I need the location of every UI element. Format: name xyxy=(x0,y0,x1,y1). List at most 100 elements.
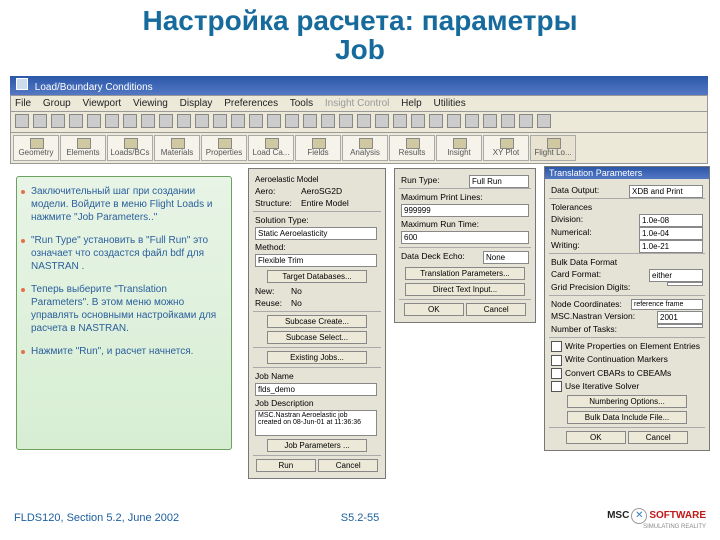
tool-icon[interactable] xyxy=(339,114,353,128)
tab-elements[interactable]: Elements xyxy=(60,135,106,161)
run-type-label: Run Type: xyxy=(401,175,440,185)
tab-geometry[interactable]: Geometry xyxy=(13,135,59,161)
menu-tools[interactable]: Tools xyxy=(290,98,313,109)
tool-icon[interactable] xyxy=(285,114,299,128)
existing-jobs-button[interactable]: Existing Jobs... xyxy=(267,351,367,364)
ok-button[interactable]: OK xyxy=(566,431,626,444)
node-label: Node Coordinates: xyxy=(551,299,627,309)
menu-help[interactable]: Help xyxy=(401,98,422,109)
max-print-input[interactable]: 999999 xyxy=(401,204,529,217)
trans-params-button[interactable]: Translation Parameters... xyxy=(405,267,525,280)
tab-flightloads[interactable]: Flight Lo... xyxy=(530,135,576,161)
menu-display[interactable]: Display xyxy=(180,98,213,109)
tool-icon[interactable] xyxy=(231,114,245,128)
tool-icon[interactable] xyxy=(213,114,227,128)
subcase-create-button[interactable]: Subcase Create... xyxy=(267,315,367,328)
tab-insight[interactable]: Insight xyxy=(436,135,482,161)
tool-icon[interactable] xyxy=(375,114,389,128)
tool-icon[interactable] xyxy=(51,114,65,128)
tab-analysis[interactable]: Analysis xyxy=(342,135,388,161)
menu-viewing[interactable]: Viewing xyxy=(133,98,168,109)
menu-preferences[interactable]: Preferences xyxy=(224,98,278,109)
run-type-select[interactable]: Full Run xyxy=(469,175,529,188)
new-value: No xyxy=(291,286,302,296)
node-select[interactable]: reference frame xyxy=(631,299,703,310)
tool-icon[interactable] xyxy=(357,114,371,128)
tool-icon[interactable] xyxy=(429,114,443,128)
menu-group[interactable]: Group xyxy=(43,98,71,109)
tool-icon[interactable] xyxy=(303,114,317,128)
data-output-select[interactable]: XDB and Print xyxy=(629,185,703,198)
tool-icon[interactable] xyxy=(141,114,155,128)
tab-fields[interactable]: Fields xyxy=(295,135,341,161)
module-toolbar[interactable]: Geometry Elements Loads/BCs Materials Pr… xyxy=(10,133,708,164)
tool-icon[interactable] xyxy=(447,114,461,128)
tool-icon[interactable] xyxy=(105,114,119,128)
ck-iterative[interactable] xyxy=(551,381,562,392)
tasks-input[interactable] xyxy=(657,324,703,328)
target-db-button[interactable]: Target Databases... xyxy=(267,270,367,283)
tool-icon[interactable] xyxy=(159,114,173,128)
subcase-select-button[interactable]: Subcase Select... xyxy=(267,331,367,344)
tab-results[interactable]: Results xyxy=(389,135,435,161)
tool-icon[interactable] xyxy=(321,114,335,128)
icon-toolbar[interactable] xyxy=(10,112,708,133)
tolerances-group: Tolerances xyxy=(551,202,703,212)
tool-icon[interactable] xyxy=(69,114,83,128)
ck-continuation[interactable] xyxy=(551,355,562,366)
tool-icon[interactable] xyxy=(393,114,407,128)
tool-icon[interactable] xyxy=(123,114,137,128)
tool-icon[interactable] xyxy=(465,114,479,128)
numerical-input[interactable]: 1.0e-04 xyxy=(639,227,703,240)
job-desc-textarea[interactable]: MSC.Nastran Aeroelastic job created on 0… xyxy=(255,410,377,436)
tool-icon[interactable] xyxy=(411,114,425,128)
numbering-button[interactable]: Numbering Options... xyxy=(567,395,687,408)
title-line1: Настройка расчета: параметры xyxy=(142,5,577,36)
tab-xyplot[interactable]: XY Plot xyxy=(483,135,529,161)
tool-icon[interactable] xyxy=(177,114,191,128)
card-select[interactable]: either xyxy=(649,269,703,282)
cancel-button[interactable]: Cancel xyxy=(466,303,526,316)
echo-select[interactable]: None xyxy=(483,251,529,264)
job-name-input[interactable]: flds_demo xyxy=(255,383,377,396)
job-params-button[interactable]: Job Parameters ... xyxy=(267,439,367,452)
tool-icon[interactable] xyxy=(195,114,209,128)
tool-icon[interactable] xyxy=(519,114,533,128)
menubar[interactable]: File Group Viewport Viewing Display Pref… xyxy=(10,95,708,112)
tool-icon[interactable] xyxy=(33,114,47,128)
tool-icon[interactable] xyxy=(483,114,497,128)
tool-icon[interactable] xyxy=(267,114,281,128)
titlebar-icon xyxy=(16,78,28,90)
max-run-input[interactable]: 600 xyxy=(401,231,529,244)
tool-icon[interactable] xyxy=(15,114,29,128)
method-select[interactable]: Flexible Trim xyxy=(255,254,377,267)
grid-input[interactable] xyxy=(667,282,703,286)
sol-type-select[interactable]: Static Aeroelasticity xyxy=(255,227,377,240)
cancel-button[interactable]: Cancel xyxy=(318,459,378,472)
tool-icon[interactable] xyxy=(501,114,515,128)
dlg-run-type: Run Type: Full Run Maximum Print Lines: … xyxy=(394,168,536,323)
tab-materials[interactable]: Materials xyxy=(154,135,200,161)
writing-input[interactable]: 1.0e-21 xyxy=(639,240,703,253)
direct-text-button[interactable]: Direct Text Input... xyxy=(405,283,525,296)
ck-write-props[interactable] xyxy=(551,341,562,352)
tab-properties[interactable]: Properties xyxy=(201,135,247,161)
run-button[interactable]: Run xyxy=(256,459,316,472)
tool-icon[interactable] xyxy=(87,114,101,128)
ck-convert-cbars[interactable] xyxy=(551,368,562,379)
tab-loads[interactable]: Loads/BCs xyxy=(107,135,153,161)
tool-icon[interactable] xyxy=(537,114,551,128)
bulk-include-button[interactable]: Bulk Data Include File... xyxy=(567,411,687,424)
tool-icon[interactable] xyxy=(249,114,263,128)
ver-input[interactable]: 2001 xyxy=(657,311,703,324)
division-input[interactable]: 1.0e-08 xyxy=(639,214,703,227)
ok-button[interactable]: OK xyxy=(404,303,464,316)
menu-insight[interactable]: Insight Control xyxy=(325,98,389,109)
dlg-translation-params: Translation Parameters Data Output: XDB … xyxy=(544,166,710,451)
menu-utilities[interactable]: Utilities xyxy=(434,98,466,109)
menu-file[interactable]: File xyxy=(15,98,31,109)
tab-loadcases[interactable]: Load Ca... xyxy=(248,135,294,161)
cancel-button[interactable]: Cancel xyxy=(628,431,688,444)
struct-label: Structure: xyxy=(255,198,301,208)
menu-viewport[interactable]: Viewport xyxy=(82,98,121,109)
